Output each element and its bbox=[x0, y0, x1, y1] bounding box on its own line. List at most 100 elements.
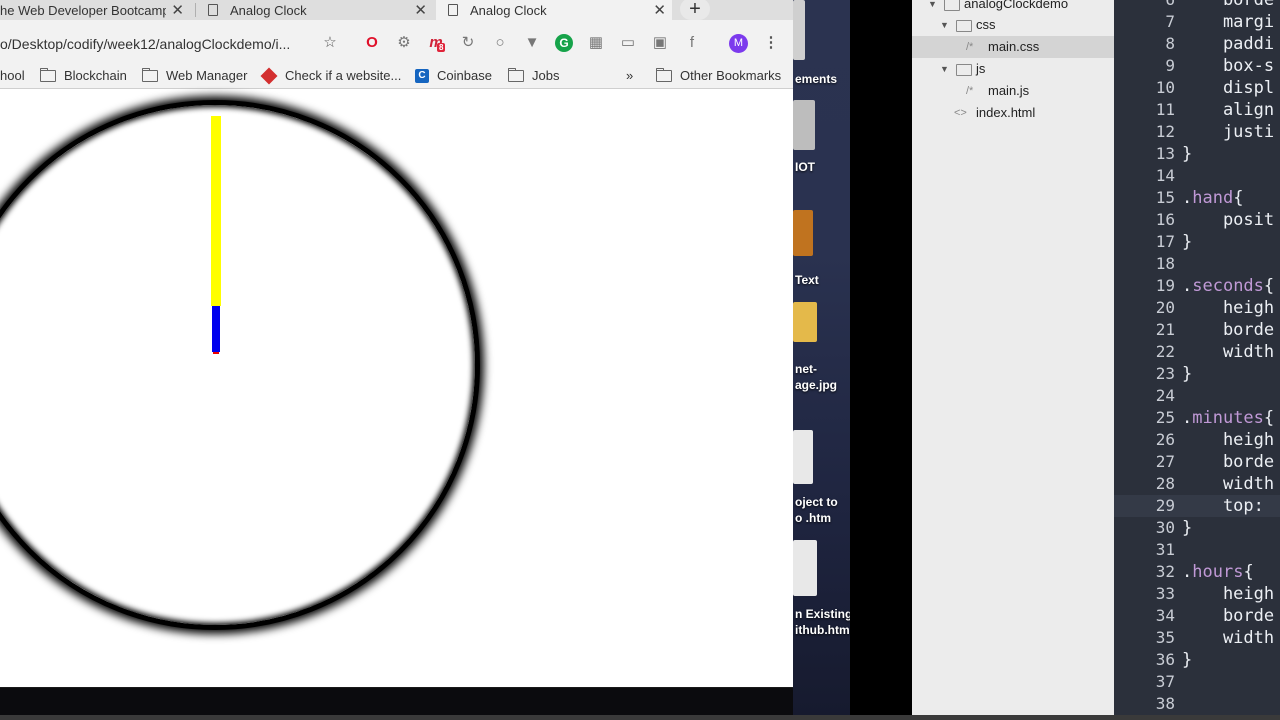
desktop-app-icon[interactable] bbox=[793, 210, 813, 256]
code-line[interactable]: 7 margi bbox=[1114, 11, 1280, 33]
code-line[interactable]: 23} bbox=[1114, 363, 1280, 385]
address-bar[interactable]: o/Desktop/codify/week12/analogClockdemo/… bbox=[0, 36, 310, 52]
facebook-extension-icon[interactable]: f bbox=[683, 34, 701, 52]
desktop-item-label[interactable]: n Existing bbox=[795, 607, 850, 621]
code-line[interactable]: 12 justi bbox=[1114, 121, 1280, 143]
code-editor[interactable]: 6 borde7 margi8 paddi9 box-s10 displ11 a… bbox=[1114, 0, 1280, 715]
code-line[interactable]: 21 borde bbox=[1114, 319, 1280, 341]
desktop-file-thumbnail[interactable] bbox=[793, 0, 805, 60]
desktop-item-label[interactable]: ements bbox=[795, 72, 837, 86]
code-line[interactable]: 22 width bbox=[1114, 341, 1280, 363]
bookmark-blockchain[interactable]: Blockchain bbox=[40, 67, 127, 83]
desktop-image-thumbnail[interactable] bbox=[793, 302, 817, 342]
bookmark-web-manager[interactable]: Web Manager bbox=[142, 67, 247, 83]
code-text[interactable]: heigh bbox=[1182, 429, 1274, 451]
camera-extension-icon[interactable]: ▭ bbox=[619, 34, 637, 52]
bag-extension-icon[interactable]: ▣ bbox=[651, 34, 669, 52]
desktop-item-label[interactable]: oject to bbox=[795, 495, 838, 509]
new-tab-button[interactable]: + bbox=[680, 0, 710, 20]
code-line[interactable]: 6 borde bbox=[1114, 0, 1280, 11]
code-text[interactable]: displ bbox=[1182, 77, 1274, 99]
code-line[interactable]: 33 heigh bbox=[1114, 583, 1280, 605]
code-text[interactable]: align bbox=[1182, 99, 1274, 121]
code-text[interactable]: .hours{ bbox=[1182, 561, 1254, 583]
code-text[interactable]: } bbox=[1182, 363, 1192, 385]
code-line[interactable]: 29 top: bbox=[1114, 495, 1280, 517]
tree-file-index-html[interactable]: <> index.html bbox=[912, 102, 1114, 124]
code-line[interactable]: 35 width bbox=[1114, 627, 1280, 649]
desktop-file-icon[interactable] bbox=[793, 430, 813, 484]
tree-file-main-js[interactable]: /* main.js bbox=[912, 80, 1114, 102]
code-text[interactable]: top: bbox=[1182, 495, 1274, 517]
bookmark-coinbase[interactable]: C Coinbase bbox=[415, 68, 492, 83]
bookmarks-overflow-icon[interactable]: » bbox=[626, 68, 633, 83]
code-line[interactable]: 10 displ bbox=[1114, 77, 1280, 99]
tree-file-main-css[interactable]: /* main.css bbox=[912, 36, 1114, 58]
desktop-item-label[interactable]: Text bbox=[795, 273, 819, 287]
bookmark-jobs[interactable]: Jobs bbox=[508, 67, 559, 83]
more-menu-icon[interactable]: ⋮ bbox=[762, 34, 780, 52]
code-text[interactable]: width bbox=[1182, 341, 1274, 363]
tab-analog-clock-1[interactable]: Analog Clock ✕ bbox=[208, 0, 433, 20]
code-line[interactable]: 20 heigh bbox=[1114, 297, 1280, 319]
code-line[interactable]: 34 borde bbox=[1114, 605, 1280, 627]
code-text[interactable]: width bbox=[1182, 627, 1274, 649]
desktop-item-label[interactable]: IOT bbox=[795, 160, 815, 174]
profile-avatar[interactable]: M bbox=[729, 34, 748, 53]
code-text[interactable]: heigh bbox=[1182, 583, 1274, 605]
code-text[interactable]: paddi bbox=[1182, 33, 1274, 55]
close-icon[interactable]: ✕ bbox=[653, 1, 666, 19]
code-line[interactable]: 36} bbox=[1114, 649, 1280, 671]
extension-gear-icon[interactable]: ⚙ bbox=[395, 34, 413, 52]
mail-extension-icon[interactable]: m 8 bbox=[427, 34, 446, 52]
desktop-item-label[interactable]: ithub.htm bbox=[795, 623, 850, 637]
code-line[interactable]: 9 box-s bbox=[1114, 55, 1280, 77]
code-text[interactable]: } bbox=[1182, 649, 1192, 671]
code-line[interactable]: 11 align bbox=[1114, 99, 1280, 121]
vue-devtools-icon[interactable]: ▼ bbox=[523, 34, 541, 52]
code-line[interactable]: 8 paddi bbox=[1114, 33, 1280, 55]
code-line[interactable]: 18 bbox=[1114, 253, 1280, 275]
grammarly-icon[interactable]: G bbox=[555, 34, 573, 52]
code-line[interactable]: 28 width bbox=[1114, 473, 1280, 495]
circle-extension-icon[interactable]: ○ bbox=[491, 34, 509, 52]
code-line[interactable]: 30} bbox=[1114, 517, 1280, 539]
bookmark-star-icon[interactable]: ☆ bbox=[321, 34, 339, 52]
tree-folder-css[interactable]: ▼ css bbox=[912, 14, 1114, 36]
tab-bootcamp[interactable]: he Web Developer Bootcamp ✕ bbox=[0, 0, 190, 20]
code-text[interactable]: borde bbox=[1182, 319, 1274, 341]
chevron-down-icon[interactable]: ▼ bbox=[940, 14, 949, 36]
code-text[interactable]: posit bbox=[1182, 209, 1274, 231]
code-text[interactable]: .hand{ bbox=[1182, 187, 1243, 209]
code-text[interactable]: .seconds{ bbox=[1182, 275, 1274, 297]
code-text[interactable]: .minutes{ bbox=[1182, 407, 1274, 429]
grid-extension-icon[interactable]: ▦ bbox=[587, 34, 605, 52]
tab-analog-clock-active[interactable]: Analog Clock ✕ bbox=[436, 0, 672, 20]
code-text[interactable]: } bbox=[1182, 231, 1192, 253]
bookmark-check-website[interactable]: Check if a website... bbox=[260, 67, 401, 84]
code-text[interactable]: margi bbox=[1182, 11, 1274, 33]
code-line[interactable]: 25 .minutes{ bbox=[1114, 407, 1280, 429]
code-text[interactable]: borde bbox=[1182, 0, 1274, 11]
chevron-down-icon[interactable]: ▼ bbox=[940, 58, 949, 80]
code-text[interactable]: width bbox=[1182, 473, 1274, 495]
desktop-file-icon[interactable] bbox=[793, 540, 817, 596]
code-line[interactable]: 37 bbox=[1114, 671, 1280, 693]
desktop-item-label[interactable]: net- bbox=[795, 362, 817, 376]
tree-folder-analogclockdemo[interactable]: ▼ analogClockdemo bbox=[912, 0, 1114, 15]
code-line[interactable]: 17} bbox=[1114, 231, 1280, 253]
close-icon[interactable]: ✕ bbox=[171, 1, 184, 19]
code-line[interactable]: 15 .hand{ bbox=[1114, 187, 1280, 209]
code-line[interactable]: 27 borde bbox=[1114, 451, 1280, 473]
code-text[interactable]: heigh bbox=[1182, 297, 1274, 319]
code-text[interactable]: } bbox=[1182, 143, 1192, 165]
code-text[interactable]: } bbox=[1182, 517, 1192, 539]
desktop-drive-icon[interactable] bbox=[793, 100, 815, 150]
code-line[interactable]: 26 heigh bbox=[1114, 429, 1280, 451]
other-bookmarks[interactable]: Other Bookmarks bbox=[656, 67, 781, 83]
bookmark-item[interactable]: hool bbox=[0, 68, 25, 83]
code-text[interactable]: box-s bbox=[1182, 55, 1274, 77]
code-text[interactable]: justi bbox=[1182, 121, 1274, 143]
code-line[interactable]: 24 bbox=[1114, 385, 1280, 407]
refresh-extension-icon[interactable]: ↻ bbox=[459, 34, 477, 52]
